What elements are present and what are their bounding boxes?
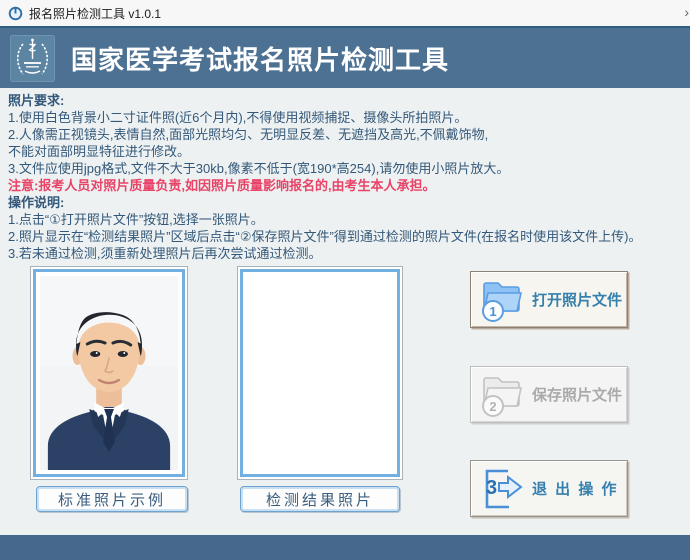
exit-arrow-icon: 3	[478, 466, 526, 512]
exit-button[interactable]: 3 退 出 操 作	[470, 460, 628, 517]
app-power-icon	[8, 6, 23, 21]
result-photo-frame	[237, 266, 403, 480]
quality-warning-text: 注意:报考人员对照片质量负责,如因照片质量影响报名的,由考生本人承担。	[8, 177, 686, 194]
standard-photo-frame-inner	[33, 269, 185, 477]
instruction-line: 3.若未通过检测,须重新处理照片后再次尝试通过检测。	[8, 245, 686, 262]
instructions-heading: 操作说明:	[8, 194, 686, 211]
instruction-line: 1.点击“①打开照片文件”按钮,选择一张照片。	[8, 211, 686, 228]
svg-text:1: 1	[489, 304, 496, 319]
chevron-right-icon[interactable]: ›	[684, 4, 689, 20]
requirement-line: 3.文件应使用jpg格式,文件不大于30kb,像素不低于(宽190*高254),…	[8, 160, 686, 177]
instruction-text-block: 照片要求: 1.使用白色背景小二寸证件照(近6个月内),不得使用视频捕捉、摄像头…	[8, 92, 686, 262]
save-photo-button-label: 保存照片文件	[532, 384, 622, 405]
result-photo-label: 检测结果照片	[240, 486, 400, 512]
app-window: 报名照片检测工具 v1.0.1 › 国家医学考试报名照片检测工具 照片要求: 1…	[0, 0, 690, 560]
sample-portrait-photo	[40, 276, 178, 470]
open-photo-button[interactable]: 1 打开照片文件	[470, 271, 628, 328]
open-photo-button-label: 打开照片文件	[532, 289, 622, 310]
title-bar: 报名照片检测工具 v1.0.1 ›	[0, 0, 690, 26]
requirement-line: 不能对面部明显特征进行修改。	[8, 143, 686, 160]
requirement-line: 1.使用白色背景小二寸证件照(近6个月内),不得使用视频捕捉、摄像头所拍照片。	[8, 109, 686, 126]
instruction-line: 2.照片显示在“检测结果照片”区域后点击“②保存照片文件”得到通过检测的照片文件…	[8, 228, 686, 245]
save-folder-icon-disabled: 2	[478, 372, 526, 418]
exit-button-label: 退 出 操 作	[532, 478, 619, 499]
svg-text:3: 3	[486, 477, 497, 499]
page-title: 国家医学考试报名照片检测工具	[71, 40, 449, 77]
svg-text:2: 2	[489, 399, 496, 414]
window-title: 报名照片检测工具 v1.0.1	[29, 5, 161, 22]
medical-exam-logo	[10, 35, 55, 82]
sample-photo-label: 标准照片示例	[36, 486, 188, 512]
result-photo-placeholder	[247, 276, 393, 470]
status-bar	[0, 535, 690, 560]
header-banner: 国家医学考试报名照片检测工具	[0, 26, 690, 88]
requirement-line: 2.人像需正视镜头,表情自然,面部光照均匀、无明显反差、无遮挡及高光,不佩戴饰物…	[8, 126, 686, 143]
requirements-heading: 照片要求:	[8, 92, 686, 109]
standard-photo-frame	[30, 266, 188, 480]
open-folder-icon: 1	[478, 277, 526, 323]
save-photo-button[interactable]: 2 保存照片文件	[470, 366, 628, 423]
result-photo-frame-inner	[240, 269, 400, 477]
